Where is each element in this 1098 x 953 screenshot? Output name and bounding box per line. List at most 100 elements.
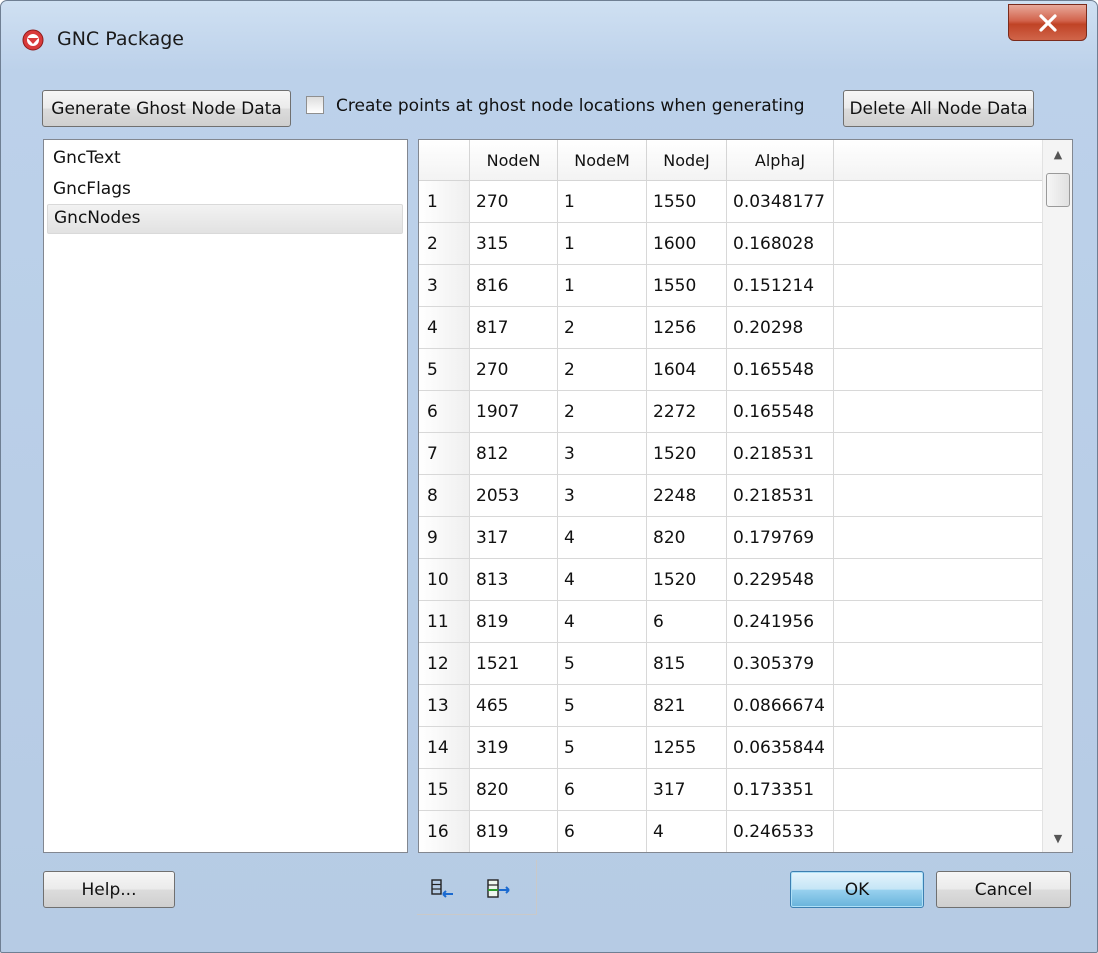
nodem-cell[interactable]: 1 bbox=[558, 223, 647, 265]
row-number[interactable]: 16 bbox=[419, 811, 470, 852]
add-rows-icon[interactable] bbox=[485, 877, 513, 901]
nodej-cell[interactable]: 317 bbox=[647, 769, 727, 811]
alphaj-cell[interactable]: 0.151214 bbox=[727, 265, 834, 307]
nodem-cell[interactable]: 6 bbox=[558, 811, 647, 852]
nodej-cell[interactable]: 1550 bbox=[647, 265, 727, 307]
nodej-cell[interactable]: 821 bbox=[647, 685, 727, 727]
row-number[interactable]: 12 bbox=[419, 643, 470, 685]
alphaj-cell[interactable]: 0.229548 bbox=[727, 559, 834, 601]
row-number[interactable]: 7 bbox=[419, 433, 470, 475]
alphaj-cell[interactable]: 0.173351 bbox=[727, 769, 834, 811]
row-number[interactable]: 10 bbox=[419, 559, 470, 601]
row-number[interactable]: 4 bbox=[419, 307, 470, 349]
row-number[interactable]: 15 bbox=[419, 769, 470, 811]
delete-all-node-data-button[interactable]: Delete All Node Data bbox=[843, 90, 1034, 127]
alphaj-cell[interactable]: 0.0348177 bbox=[727, 181, 834, 223]
alphaj-cell[interactable]: 0.218531 bbox=[727, 433, 834, 475]
nodem-cell[interactable]: 3 bbox=[558, 475, 647, 517]
row-number[interactable]: 6 bbox=[419, 391, 470, 433]
noden-cell[interactable]: 2053 bbox=[470, 475, 558, 517]
nodem-cell[interactable]: 4 bbox=[558, 559, 647, 601]
noden-cell[interactable]: 812 bbox=[470, 433, 558, 475]
nodej-cell[interactable]: 6 bbox=[647, 601, 727, 643]
row-number[interactable]: 8 bbox=[419, 475, 470, 517]
noden-cell[interactable]: 319 bbox=[470, 727, 558, 769]
generate-ghost-node-data-button[interactable]: Generate Ghost Node Data bbox=[42, 90, 291, 127]
list-item-gnctext[interactable]: GncText bbox=[47, 145, 403, 175]
nodej-cell[interactable]: 1520 bbox=[647, 433, 727, 475]
nodej-cell[interactable]: 1604 bbox=[647, 349, 727, 391]
alphaj-cell[interactable]: 0.165548 bbox=[727, 391, 834, 433]
noden-cell[interactable]: 820 bbox=[470, 769, 558, 811]
alphaj-cell[interactable]: 0.241956 bbox=[727, 601, 834, 643]
nodej-cell[interactable]: 820 bbox=[647, 517, 727, 559]
nodej-cell[interactable]: 2248 bbox=[647, 475, 727, 517]
row-number[interactable]: 11 bbox=[419, 601, 470, 643]
column-header-alphaj[interactable]: AlphaJ bbox=[727, 140, 834, 181]
nodej-cell[interactable]: 1256 bbox=[647, 307, 727, 349]
row-number[interactable]: 9 bbox=[419, 517, 470, 559]
column-header-noden[interactable]: NodeN bbox=[470, 140, 558, 181]
list-item-gncflags[interactable]: GncFlags bbox=[47, 176, 403, 206]
row-number[interactable]: 5 bbox=[419, 349, 470, 391]
column-header-nodem[interactable]: NodeM bbox=[558, 140, 647, 181]
row-number[interactable]: 13 bbox=[419, 685, 470, 727]
alphaj-cell[interactable]: 0.165548 bbox=[727, 349, 834, 391]
scroll-down-arrow-icon[interactable]: ▼ bbox=[1043, 826, 1073, 850]
noden-cell[interactable]: 317 bbox=[470, 517, 558, 559]
nodej-cell[interactable]: 1520 bbox=[647, 559, 727, 601]
nodem-cell[interactable]: 2 bbox=[558, 391, 647, 433]
noden-cell[interactable]: 819 bbox=[470, 811, 558, 852]
alphaj-cell[interactable]: 0.179769 bbox=[727, 517, 834, 559]
noden-cell[interactable]: 819 bbox=[470, 601, 558, 643]
nodej-cell[interactable]: 1600 bbox=[647, 223, 727, 265]
close-button[interactable] bbox=[1008, 4, 1087, 41]
nodem-cell[interactable]: 2 bbox=[558, 349, 647, 391]
column-header-nodej[interactable]: NodeJ bbox=[647, 140, 727, 181]
nodem-cell[interactable]: 5 bbox=[558, 643, 647, 685]
nodej-cell[interactable]: 2272 bbox=[647, 391, 727, 433]
noden-cell[interactable]: 1521 bbox=[470, 643, 558, 685]
nodej-cell[interactable]: 1550 bbox=[647, 181, 727, 223]
nodem-cell[interactable]: 5 bbox=[558, 727, 647, 769]
row-number[interactable]: 14 bbox=[419, 727, 470, 769]
alphaj-cell[interactable]: 0.218531 bbox=[727, 475, 834, 517]
scroll-up-arrow-icon[interactable]: ▲ bbox=[1043, 142, 1073, 166]
noden-cell[interactable]: 270 bbox=[470, 349, 558, 391]
alphaj-cell[interactable]: 0.0866674 bbox=[727, 685, 834, 727]
table-vertical-scrollbar[interactable]: ▲ ▼ bbox=[1042, 140, 1072, 852]
create-points-checkbox[interactable] bbox=[306, 96, 324, 114]
cancel-button[interactable]: Cancel bbox=[936, 871, 1071, 908]
nodej-cell[interactable]: 4 bbox=[647, 811, 727, 852]
alphaj-cell[interactable]: 0.0635844 bbox=[727, 727, 834, 769]
noden-cell[interactable]: 816 bbox=[470, 265, 558, 307]
nodem-cell[interactable]: 3 bbox=[558, 433, 647, 475]
ok-button[interactable]: OK bbox=[790, 871, 924, 908]
alphaj-cell[interactable]: 0.246533 bbox=[727, 811, 834, 852]
nodej-cell[interactable]: 1255 bbox=[647, 727, 727, 769]
nodem-cell[interactable]: 6 bbox=[558, 769, 647, 811]
scroll-thumb[interactable] bbox=[1046, 173, 1070, 207]
row-number[interactable]: 3 bbox=[419, 265, 470, 307]
noden-cell[interactable]: 1907 bbox=[470, 391, 558, 433]
noden-cell[interactable]: 315 bbox=[470, 223, 558, 265]
nodej-cell[interactable]: 815 bbox=[647, 643, 727, 685]
title-bar[interactable]: GNC Package bbox=[1, 1, 1097, 77]
nodem-cell[interactable]: 2 bbox=[558, 307, 647, 349]
alphaj-cell[interactable]: 0.305379 bbox=[727, 643, 834, 685]
noden-cell[interactable]: 813 bbox=[470, 559, 558, 601]
help-button[interactable]: Help... bbox=[43, 871, 175, 908]
noden-cell[interactable]: 270 bbox=[470, 181, 558, 223]
noden-cell[interactable]: 817 bbox=[470, 307, 558, 349]
alphaj-cell[interactable]: 0.20298 bbox=[727, 307, 834, 349]
list-item-gncnodes[interactable]: GncNodes bbox=[47, 204, 403, 234]
nodem-cell[interactable]: 1 bbox=[558, 181, 647, 223]
remove-rows-icon[interactable] bbox=[429, 877, 457, 901]
row-number[interactable]: 1 bbox=[419, 181, 470, 223]
noden-cell[interactable]: 465 bbox=[470, 685, 558, 727]
nodem-cell[interactable]: 5 bbox=[558, 685, 647, 727]
nodem-cell[interactable]: 4 bbox=[558, 601, 647, 643]
nodem-cell[interactable]: 1 bbox=[558, 265, 647, 307]
row-number[interactable]: 2 bbox=[419, 223, 470, 265]
alphaj-cell[interactable]: 0.168028 bbox=[727, 223, 834, 265]
